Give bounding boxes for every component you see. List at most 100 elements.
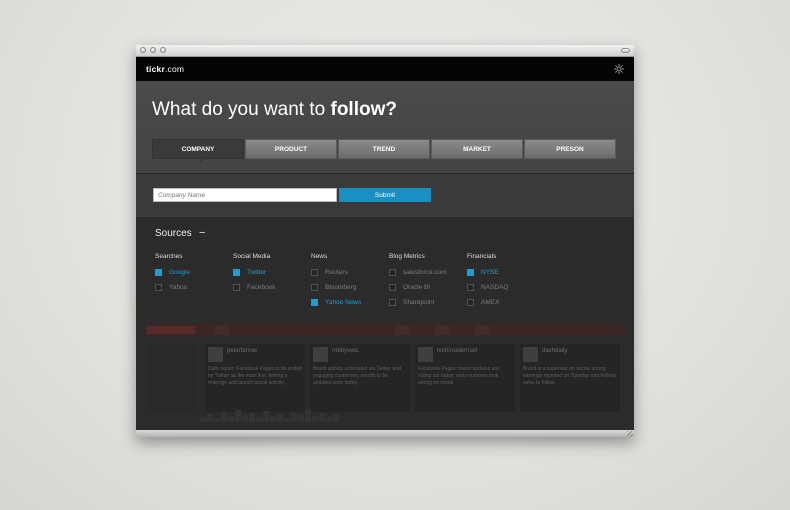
source-label: Google [169, 269, 190, 276]
checkbox[interactable] [311, 269, 318, 276]
checkbox[interactable] [389, 284, 396, 291]
checkbox[interactable] [467, 284, 474, 291]
checkbox[interactable] [311, 299, 318, 306]
source-label: AMEX [481, 299, 500, 306]
source-label: Twitter [247, 269, 267, 276]
tab-trend[interactable]: TREND [338, 139, 430, 159]
feed-author: peterfarrow [227, 348, 258, 354]
source-google[interactable]: Google [155, 265, 233, 280]
logo-domain: .com [164, 64, 185, 74]
checkbox[interactable] [233, 269, 240, 276]
checkbox[interactable] [467, 269, 474, 276]
avatar [523, 347, 538, 362]
source-label: NASDAQ [481, 284, 509, 291]
follow-type-tabs: COMPANY PRODUCT TREND MARKET PRESON [152, 139, 616, 163]
tab-product[interactable]: PRODUCT [245, 139, 337, 159]
source-yahoo-news[interactable]: Yahoo News [311, 295, 389, 310]
column-heading: Searches [155, 253, 183, 260]
column-heading: Blog Metrics [389, 253, 425, 260]
minimize-window-button[interactable] [150, 47, 156, 53]
source-label: Bloomberg [325, 284, 357, 291]
source-reuters[interactable]: Reuters [311, 265, 389, 280]
sources-heading: Sources [155, 228, 192, 239]
source-twitter[interactable]: Twitter [233, 265, 311, 280]
ticker-block [435, 325, 449, 335]
avatar [208, 347, 223, 362]
source-label: Facebook [247, 284, 276, 291]
ticker-block [395, 325, 409, 335]
sources-column-news: News Reuters Bloomberg Yahoo News [311, 253, 389, 310]
source-label: Reuters [325, 269, 348, 276]
source-label: Yahoo [169, 284, 188, 291]
source-facebook[interactable]: Facebook [233, 280, 311, 295]
tab-market[interactable]: MARKET [431, 139, 523, 159]
collapse-sources-button[interactable]: − [199, 227, 205, 239]
source-nyse[interactable]: NYSE [467, 265, 545, 280]
feed-author: dashdaily [542, 348, 568, 354]
feed-text: Brand is a superstar on social, strong e… [523, 366, 617, 386]
browser-window: tickr.com What do you want to follow? CO… [136, 45, 634, 437]
company-form: Submit [136, 173, 634, 223]
source-oracle-bi[interactable]: Oracle BI [389, 280, 467, 295]
title-bold: follow? [330, 99, 397, 120]
app-header: tickr.com [136, 57, 634, 81]
checkbox[interactable] [389, 299, 396, 306]
close-window-button[interactable] [140, 47, 146, 53]
ticker-block [475, 325, 489, 335]
resize-handle-icon[interactable] [627, 431, 633, 437]
title-prefix: What do you want to [152, 99, 331, 120]
activity-bars [200, 406, 620, 422]
sources-column-blog-metrics: Blog Metrics salesforce.com Oracle BI Sh… [389, 253, 467, 310]
checkbox[interactable] [233, 284, 240, 291]
checkbox[interactable] [155, 284, 162, 291]
feed-author: techinsidermail [437, 348, 478, 354]
feed-panel: peterfarrow Daily report: Facebook Pages… [205, 344, 305, 412]
page-title: What do you want to follow? [152, 99, 397, 121]
feed-panel: dashdaily Brand is a superstar on social… [520, 344, 620, 412]
logo-bold: tickr [146, 64, 165, 74]
feed-author: robbyswiz [332, 348, 359, 354]
source-label: NYSE [481, 269, 499, 276]
follow-hero: What do you want to follow? COMPANY PROD… [136, 81, 634, 173]
source-yahoo[interactable]: Yahoo [155, 280, 233, 295]
source-label: Sharepoint [403, 299, 435, 306]
source-label: Yahoo News [325, 299, 362, 306]
ticker-highlight [147, 326, 195, 334]
checkbox[interactable] [311, 284, 318, 291]
checkbox[interactable] [155, 269, 162, 276]
feed-text: Facebook Pages: brand updates are rollin… [418, 366, 499, 386]
avatar [418, 347, 433, 362]
checkbox[interactable] [389, 269, 396, 276]
tab-preson[interactable]: PRESON [524, 139, 616, 159]
submit-button[interactable]: Submit [339, 188, 431, 202]
source-bloomberg[interactable]: Bloomberg [311, 280, 389, 295]
window-footer [136, 430, 634, 437]
checkbox[interactable] [467, 299, 474, 306]
source-label: salesforce.com [403, 269, 447, 276]
logo[interactable]: tickr.com [146, 64, 184, 74]
source-sharepoint[interactable]: Sharepoint [389, 295, 467, 310]
feed-panel: techinsidermail Facebook Pages: brand up… [415, 344, 515, 412]
zoom-window-button[interactable] [160, 47, 166, 53]
ticker-bar [145, 324, 625, 336]
column-heading: Financials [467, 253, 497, 260]
gear-icon[interactable] [613, 63, 625, 75]
sources-column-searches: Searches Google Yahoo [155, 253, 233, 295]
tab-company[interactable]: COMPANY [152, 139, 244, 163]
source-label: Oracle BI [403, 284, 431, 291]
avatar [313, 347, 328, 362]
window-titlebar [136, 45, 634, 57]
source-nasdaq[interactable]: NASDAQ [467, 280, 545, 295]
feed-text: Brand activity scheduled via Twitter and… [313, 366, 401, 386]
sources-column-social-media: Social Media Twitter Facebook [233, 253, 311, 295]
sources-column-financials: Financials NYSE NASDAQ AMEX [467, 253, 545, 310]
ticker-block [215, 325, 229, 335]
toolbar-toggle-button[interactable] [621, 48, 630, 53]
source-amex[interactable]: AMEX [467, 295, 545, 310]
company-name-input[interactable] [153, 188, 337, 202]
feed-text: Daily report: Facebook Pages to be visit… [208, 366, 302, 386]
feed-panel: robbyswiz Brand activity scheduled via T… [310, 344, 410, 412]
feed-sidebar [147, 344, 195, 412]
source-salesforce[interactable]: salesforce.com [389, 265, 467, 280]
background-dashboard: peterfarrow Daily report: Facebook Pages… [145, 324, 625, 422]
